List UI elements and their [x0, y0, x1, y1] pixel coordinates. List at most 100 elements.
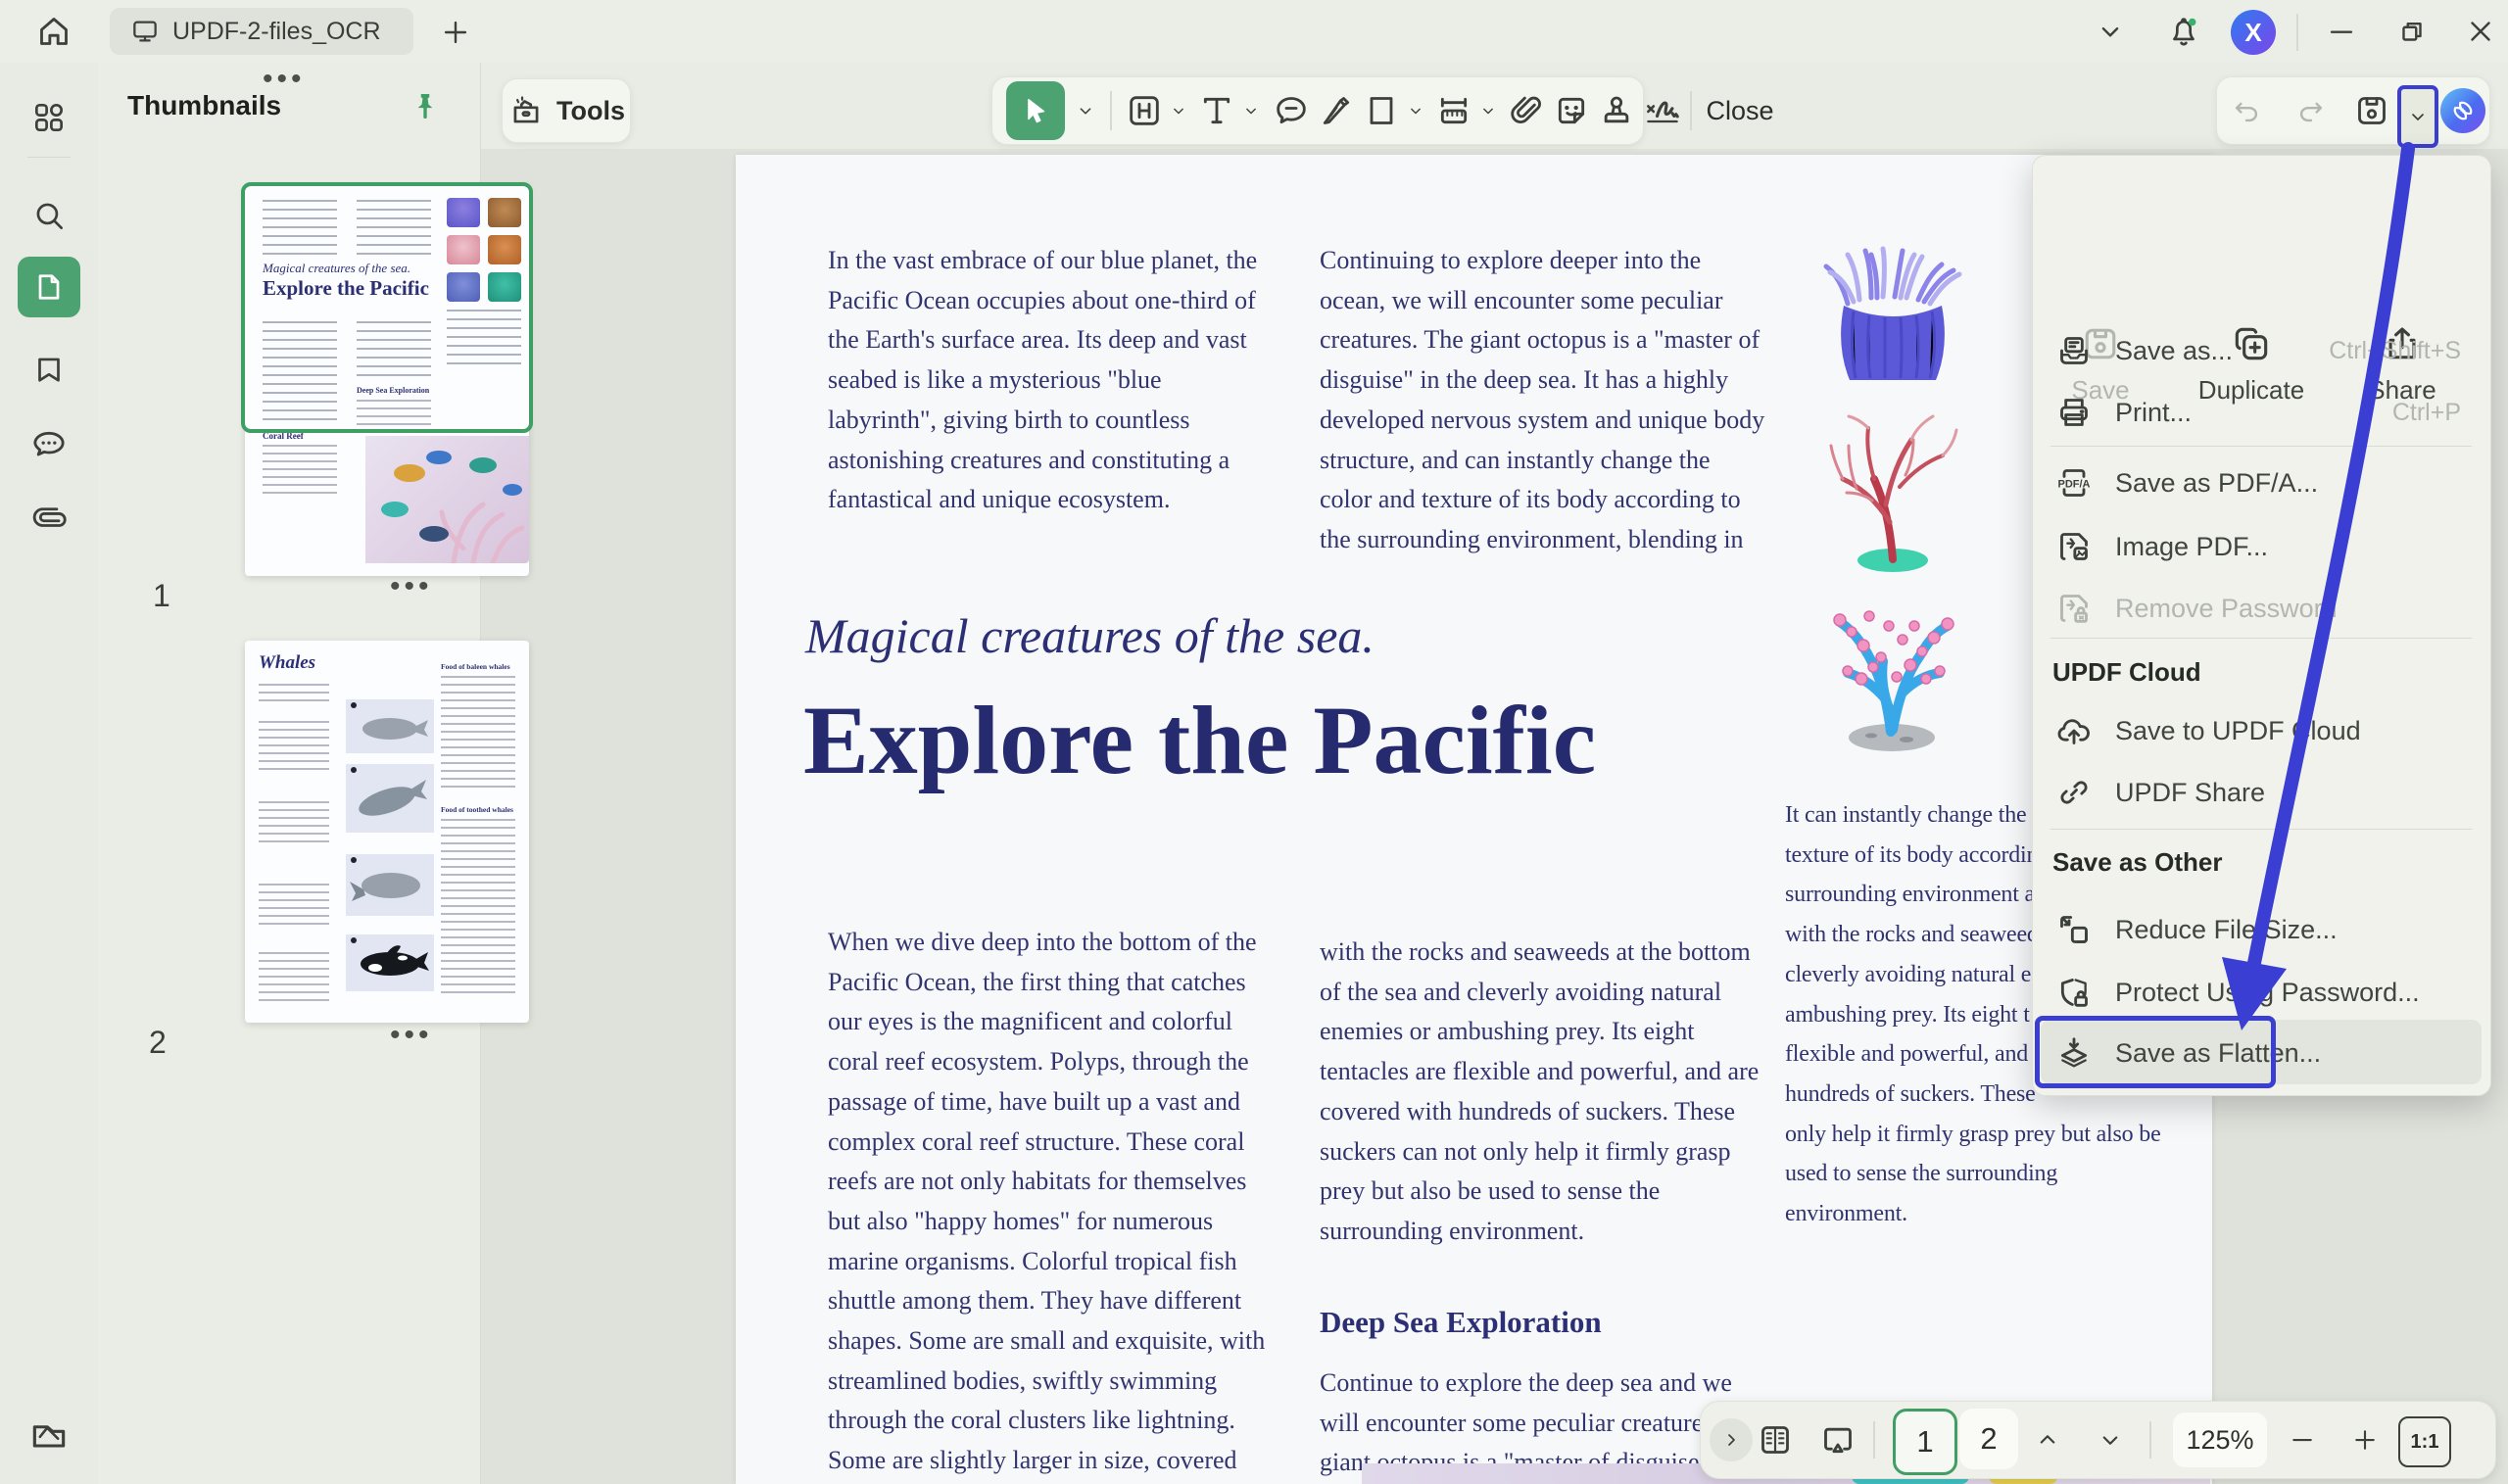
text-line: Some are slightly larger in size, covere…: [828, 1441, 1265, 1481]
presentation-button[interactable]: [1814, 1417, 1861, 1462]
file-actions-toolbar: [2216, 76, 2490, 145]
image-pdf-icon: [2054, 527, 2094, 566]
save-button[interactable]: [2350, 89, 2393, 132]
text-line: In the vast embrace of our blue planet, …: [828, 241, 1257, 281]
chevron-down-icon: [1241, 101, 1261, 120]
link-icon: [2054, 773, 2094, 812]
expand-bar-button[interactable]: [1710, 1418, 1753, 1461]
ai-assistant-button[interactable]: [2440, 88, 2485, 133]
zoom-level-button[interactable]: 125%: [2173, 1412, 2267, 1467]
stamp-tool-button[interactable]: [1594, 89, 1639, 132]
actual-size-label: 1:1: [2411, 1431, 2439, 1454]
text-line: enemies or ambushing prey. Its eight: [1320, 1012, 1759, 1052]
menu-item-reduce-file-size[interactable]: Reduce File Size...: [2043, 898, 2481, 961]
thumb2-page-number: 2: [149, 1025, 167, 1061]
close-window-button[interactable]: [2457, 8, 2504, 55]
restore-button[interactable]: [2388, 8, 2436, 55]
shape-tool-dropdown[interactable]: [1404, 99, 1427, 122]
doc-heading-deep-sea: Deep Sea Exploration: [1320, 1305, 1602, 1340]
menu-item-remove-password[interactable]: Remove Password: [2043, 577, 2481, 640]
sidebar-item-comments[interactable]: [25, 421, 72, 468]
select-tool-button[interactable]: [1006, 81, 1065, 140]
doc-subtitle: Magical creatures of the sea.: [805, 607, 1375, 664]
thumb2-heading1: Food of baleen whales: [441, 662, 510, 671]
select-tool-dropdown[interactable]: [1071, 99, 1100, 122]
document-tab[interactable]: UPDF-2-files_OCR: [110, 8, 413, 55]
actual-size-button[interactable]: 1:1: [2398, 1416, 2451, 1467]
home-button[interactable]: [27, 6, 80, 57]
blue-coral-illustration[interactable]: [1812, 583, 1971, 752]
thumbnail-page-2[interactable]: Whales Food of baleen whales Food of too…: [245, 641, 529, 1023]
sidebar-item-apps[interactable]: [25, 94, 72, 141]
paperclip-icon: [1507, 91, 1546, 130]
menu-item-save-as-pdfa[interactable]: PDF/A Save as PDF/A...: [2043, 452, 2481, 514]
thumbnail-page-1[interactable]: Magical creatures of the sea. Explore th…: [245, 184, 529, 576]
presentation-icon: [1818, 1420, 1857, 1460]
menu-item-protect-using-password[interactable]: Protect Using Password...: [2043, 961, 2481, 1024]
pencil-tool-button[interactable]: [1314, 89, 1359, 132]
text-line: reefs are not only habitats for themselv…: [828, 1162, 1265, 1202]
text-line: disguise" in the deep sea. It has a high…: [1320, 360, 1764, 401]
menu-item-save-to-updf-cloud[interactable]: Save to UPDF Cloud: [2043, 699, 2481, 762]
pdf-page[interactable]: In the vast embrace of our blue planet, …: [736, 155, 2212, 1484]
shape-tool-button[interactable]: [1359, 89, 1404, 132]
sidebar-item-thumbnails[interactable]: [18, 257, 80, 317]
monitor-icon: [129, 16, 161, 47]
doc-column2-paragraph2: with the rocks and seaweeds at the botto…: [1320, 933, 1759, 1252]
menu-section-cloud: UPDF Cloud: [2052, 657, 2201, 688]
anemone-illustration[interactable]: [1814, 243, 1971, 388]
close-button[interactable]: Close: [1700, 87, 1780, 134]
page-2-button[interactable]: 2: [1959, 1409, 2018, 1469]
doc-column1-paragraph2: When we dive deep into the bottom of the…: [828, 923, 1265, 1481]
menu-item-updf-share[interactable]: UPDF Share: [2043, 761, 2481, 824]
tools-button[interactable]: Tools: [502, 78, 631, 143]
pin-panel-button[interactable]: [404, 84, 447, 127]
undo-button[interactable]: [2225, 91, 2268, 130]
zoom-out-button[interactable]: [2281, 1419, 2324, 1460]
heading-tool-dropdown[interactable]: [1167, 99, 1190, 122]
zoom-in-button[interactable]: [2343, 1419, 2387, 1460]
reader-mode-button[interactable]: [22, 1411, 76, 1460]
heading-tool-button[interactable]: [1122, 89, 1167, 132]
redo-button[interactable]: [2290, 91, 2333, 130]
title-bar: UPDF-2-files_OCR X: [0, 0, 2508, 63]
text-line: with the rocks and seaweeds at the botto…: [1320, 933, 1759, 973]
menu-item-save-as[interactable]: Save as... Ctrl+Shift+S: [2043, 319, 2481, 382]
attachment-tool-button[interactable]: [1504, 89, 1549, 132]
menu-divider: [2050, 829, 2472, 830]
thumb1-options-button[interactable]: •••: [390, 570, 433, 603]
minimize-button[interactable]: [2318, 8, 2365, 55]
sidebar-item-attachments[interactable]: [25, 496, 72, 543]
menu-section-other: Save as Other: [2052, 847, 2222, 878]
menu-item-print[interactable]: Print... Ctrl+P: [2043, 381, 2481, 444]
sidebar-item-bookmarks[interactable]: [25, 347, 72, 394]
previous-page-button[interactable]: [2026, 1419, 2069, 1460]
text-tool-button[interactable]: [1194, 89, 1239, 132]
measure-tool-button[interactable]: [1431, 89, 1476, 132]
attachment-icon: [22, 492, 77, 548]
text-line: the Earth's surface area. Its deep and v…: [828, 320, 1257, 360]
new-tab-button[interactable]: [433, 10, 478, 55]
next-page-button[interactable]: [2089, 1419, 2132, 1460]
text-line: complex coral reef structure. These cora…: [828, 1123, 1265, 1163]
window-menu-button[interactable]: [2087, 8, 2134, 55]
signature-tool-button[interactable]: [1637, 89, 1688, 132]
menu-item-image-pdf[interactable]: Image PDF...: [2043, 515, 2481, 578]
comments-icon: [29, 425, 69, 464]
text-tool-dropdown[interactable]: [1239, 99, 1263, 122]
text-line: Pacific Ocean occupies about one-third o…: [828, 281, 1257, 321]
sidebar-item-search[interactable]: [25, 192, 72, 239]
save-options-dropdown[interactable]: [2397, 85, 2438, 148]
account-avatar[interactable]: X: [2231, 10, 2276, 55]
red-coral-illustration[interactable]: [1817, 407, 1969, 573]
sticker-tool-button[interactable]: [1549, 89, 1594, 132]
notifications-button[interactable]: [2159, 6, 2208, 57]
rectangle-icon: [1362, 91, 1401, 130]
thumb2-options-button[interactable]: •••: [390, 1019, 433, 1052]
measure-tool-dropdown[interactable]: [1476, 99, 1500, 122]
text-line: suckers can not only help it firmly gras…: [1320, 1132, 1759, 1173]
comment-tool-button[interactable]: [1269, 89, 1314, 132]
menu-item-shortcut: Ctrl+P: [2392, 399, 2461, 427]
page-layout-button[interactable]: [1752, 1417, 1799, 1462]
page-1-button[interactable]: 1: [1893, 1409, 1957, 1475]
